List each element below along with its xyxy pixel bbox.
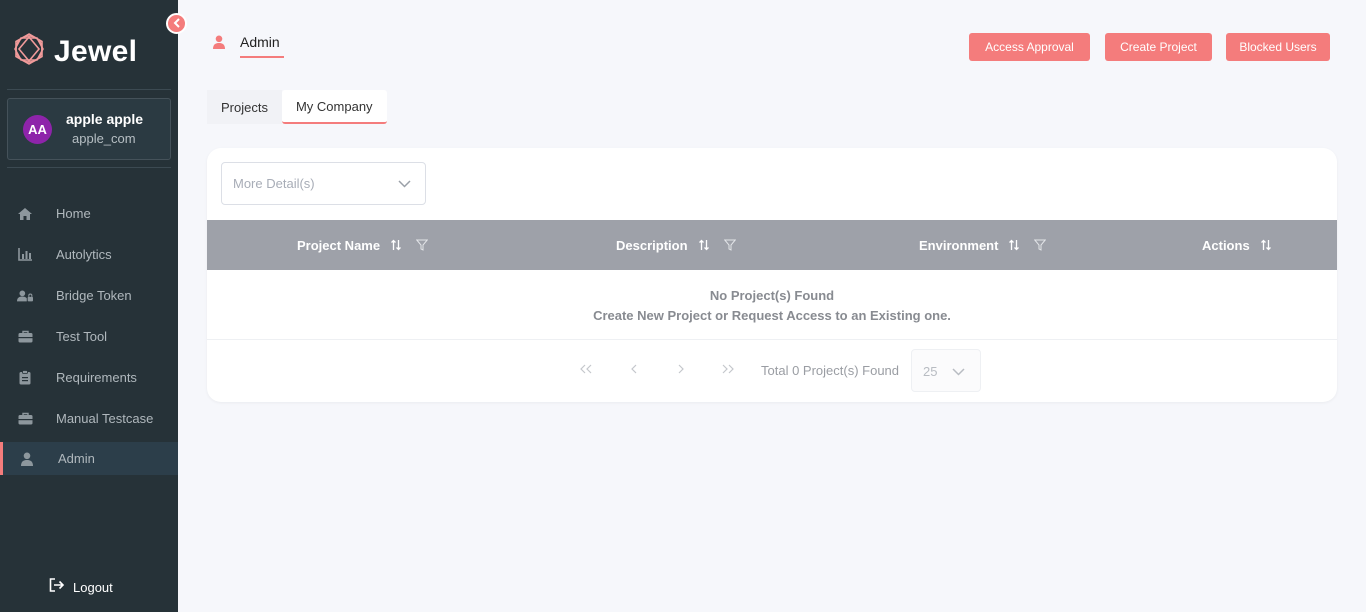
sidebar-item-manual-testcase[interactable]: Manual Testcase [0,402,178,435]
create-project-button[interactable]: Create Project [1105,33,1212,61]
sidebar-item-bridge-token[interactable]: Bridge Token [0,279,178,312]
chevron-down-icon [952,363,965,381]
column-label: Actions [1202,237,1250,253]
user-lock-icon [17,288,33,304]
tab-bar: Projects My Company [207,90,387,124]
logout-label: Logout [73,580,113,595]
sort-icon[interactable] [1260,239,1272,251]
select-placeholder: More Detail(s) [233,176,315,191]
column-label: Environment [919,237,999,253]
sidebar-item-label: Autolytics [56,247,112,262]
divider [207,339,1337,340]
sidebar: Jewel AA apple apple apple_com Home Auto… [0,0,178,612]
sidebar-item-home[interactable]: Home [0,197,178,230]
toolbox-icon [17,411,33,427]
sidebar-item-label: Test Tool [56,329,108,344]
page-size-select[interactable]: 25 [911,349,981,392]
user-card[interactable]: AA apple apple apple_com [7,98,171,160]
logo-icon [12,32,46,71]
sidebar-item-admin[interactable]: Admin [0,442,178,475]
chevron-left-icon [173,15,181,33]
sidebar-item-label: Manual Testcase [56,411,154,426]
logout-icon [49,578,65,597]
empty-state-subtitle: Create New Project or Request Access to … [593,308,951,323]
avatar: AA [23,115,52,144]
filter-icon[interactable] [1034,239,1047,251]
column-label: Description [616,237,688,253]
table-header: Project Name Description Environment Act… [207,220,1337,270]
filter-icon[interactable] [723,239,736,251]
column-actions[interactable]: Actions [1202,220,1272,270]
user-handle: apple_com [72,131,136,146]
sidebar-item-label: Home [56,206,91,221]
tab-my-company[interactable]: My Company [281,90,387,124]
blocked-users-button[interactable]: Blocked Users [1226,33,1330,61]
sidebar-item-requirements[interactable]: Requirements [0,361,178,394]
sort-icon[interactable] [390,239,402,251]
first-page-icon[interactable] [578,361,594,377]
column-description[interactable]: Description [616,220,736,270]
collapse-sidebar-button[interactable] [166,13,187,34]
filter-icon[interactable] [416,239,429,251]
empty-state-title: No Project(s) Found [709,288,835,303]
divider [7,89,171,90]
column-project-name[interactable]: Project Name [297,220,429,270]
logout-button[interactable]: Logout [49,578,113,597]
projects-card: More Detail(s) Project Name Description … [207,148,1337,402]
more-details-select[interactable]: More Detail(s) [221,162,426,205]
page-size-value: 25 [923,364,938,379]
toolbox-icon [17,329,33,345]
column-environment[interactable]: Environment [919,220,1047,270]
prev-page-icon[interactable] [626,361,642,377]
sidebar-item-test-tool[interactable]: Test Tool [0,320,178,353]
sidebar-item-label: Bridge Token [56,288,132,303]
app-name: Jewel [54,34,138,68]
last-page-icon[interactable] [720,361,736,377]
total-count: Total 0 Project(s) Found [761,363,900,378]
sidebar-item-label: Admin [58,451,95,466]
access-approval-button[interactable]: Access Approval [969,33,1090,61]
tab-projects[interactable]: Projects [207,90,282,124]
app-logo[interactable]: Jewel [12,32,137,71]
column-label: Project Name [297,237,381,253]
home-icon [17,206,33,222]
user-name: apple apple [66,111,144,127]
chevron-down-icon [398,176,411,191]
sort-icon[interactable] [698,239,710,251]
admin-user-icon [213,35,225,54]
divider [7,167,171,168]
page-title: Admin [240,34,280,50]
sidebar-item-autolytics[interactable]: Autolytics [0,238,178,271]
clipboard-icon [17,370,33,386]
bar-chart-icon [17,247,33,263]
sort-icon[interactable] [1008,239,1020,251]
title-underline [240,56,284,58]
user-icon [19,451,35,467]
next-page-icon[interactable] [673,361,689,377]
sidebar-item-label: Requirements [56,370,137,385]
